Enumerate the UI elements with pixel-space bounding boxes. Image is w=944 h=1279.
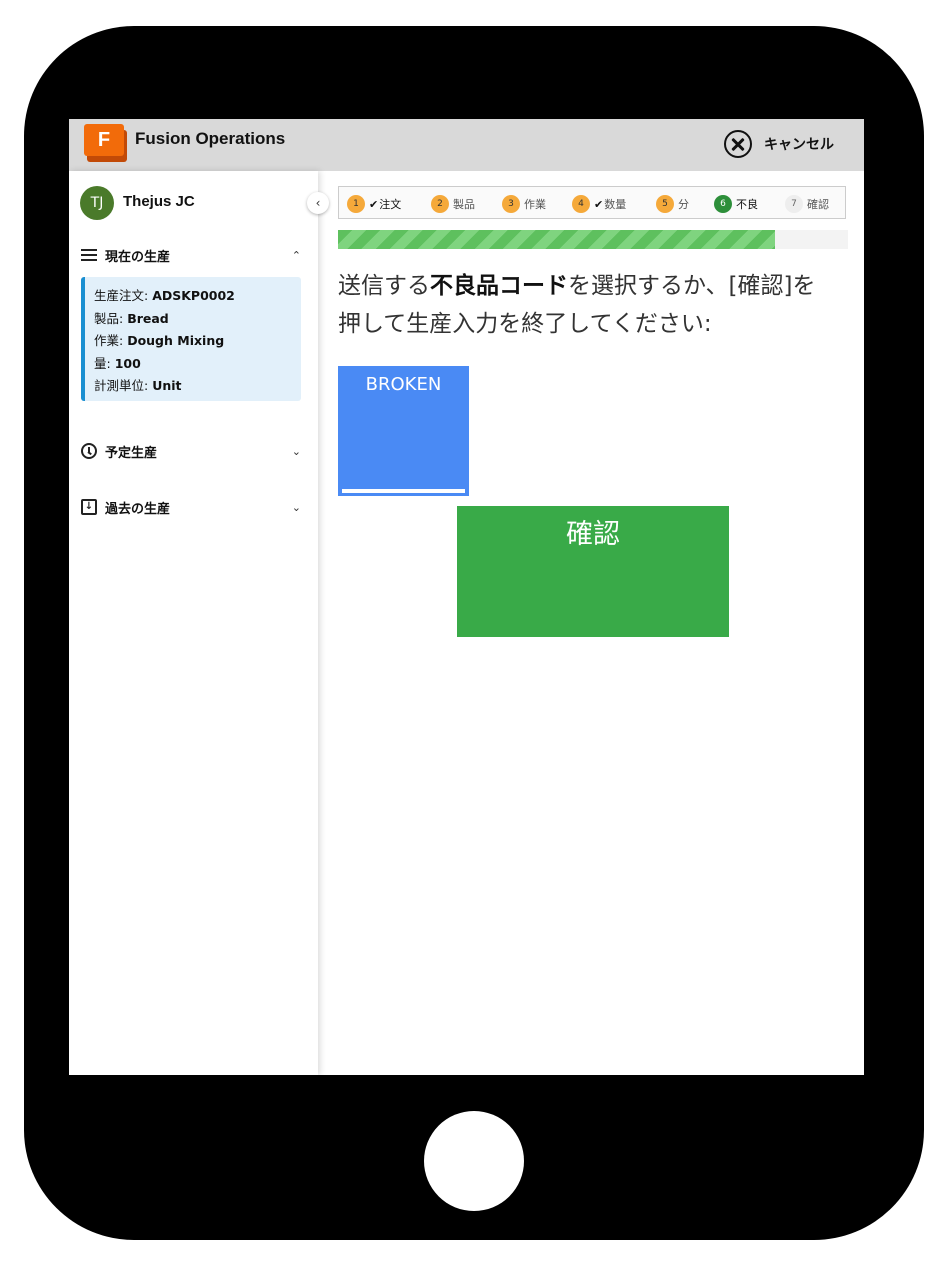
- cancel-label: キャンセル: [764, 137, 834, 153]
- chevron-down-icon: ⌄: [291, 444, 301, 458]
- step-defects[interactable]: 6 不良: [714, 195, 758, 213]
- app-title: Fusion Operations: [135, 129, 286, 148]
- chevron-up-icon: ⌃: [291, 248, 301, 262]
- scheduled-production-section[interactable]: 予定生産 ⌄: [81, 440, 301, 462]
- check-icon: ✔: [594, 197, 604, 211]
- step-confirm[interactable]: 7 確認: [785, 195, 829, 213]
- card-row-unit: 計測単位: Unit: [94, 378, 182, 394]
- app-header: F Fusion Operations キャンセル: [69, 119, 864, 171]
- avatar[interactable]: TJ: [80, 186, 114, 220]
- sidebar: TJ Thejus JC ‹ 現在の生産 ⌃ 生産注文: ADSKP0002 製…: [69, 171, 329, 1075]
- past-production-section[interactable]: ↓ 過去の生産 ⌄: [81, 496, 301, 518]
- step-quantity[interactable]: 4 ✔ 数量: [572, 195, 626, 213]
- card-row-order: 生産注文: ADSKP0002: [94, 288, 235, 303]
- archive-icon: ↓: [81, 499, 97, 515]
- menu-icon: [81, 249, 97, 261]
- progress-bar: [338, 230, 848, 249]
- app-screen: F Fusion Operations キャンセル TJ Thejus JC ‹…: [69, 119, 864, 1075]
- defect-code-tile[interactable]: BROKEN: [338, 366, 469, 496]
- step-operation[interactable]: 3 作業: [502, 195, 546, 213]
- step-order[interactable]: 1 ✔ 注文: [347, 195, 401, 213]
- clock-icon: [81, 443, 97, 459]
- home-button[interactable]: [424, 1111, 524, 1211]
- main-panel: 1 ✔ 注文 2 製品 3 作業 4 ✔ 数量 5分 6 不良 7 確認 送信する: [319, 171, 864, 1075]
- step-indicator: 1 ✔ 注文 2 製品 3 作業 4 ✔ 数量 5分 6 不良 7 確認: [338, 186, 846, 219]
- check-icon: ✔: [369, 197, 379, 211]
- section-title: 予定生産: [105, 445, 158, 461]
- card-row-quantity: 量: 100: [94, 355, 141, 371]
- section-title: 現在の生産: [105, 249, 171, 265]
- section-title: 過去の生産: [105, 501, 171, 517]
- chevron-down-icon: ⌄: [291, 500, 301, 514]
- progress-fill: [338, 230, 776, 249]
- instruction-text: 送信する不良品コードを選択するか、[確認]を押して生産入力を終了してください:: [338, 273, 816, 337]
- cancel-button[interactable]: キャンセル: [724, 129, 834, 159]
- step-product[interactable]: 2 製品: [431, 195, 475, 213]
- confirm-button[interactable]: 確認: [457, 506, 729, 637]
- user-name: Thejus JC: [123, 193, 195, 210]
- selection-bar: [342, 489, 465, 493]
- step-minutes[interactable]: 5分: [656, 195, 689, 213]
- current-production-card: 生産注文: ADSKP0002 製品: Bread 作業: Dough Mixi…: [81, 277, 301, 401]
- defect-code-label: BROKEN: [365, 374, 442, 395]
- confirm-label: 確認: [566, 519, 620, 550]
- collapse-sidebar-button[interactable]: ‹: [307, 192, 329, 214]
- card-row-operation: 作業: Dough Mixing: [94, 333, 225, 349]
- current-production-section[interactable]: 現在の生産 ⌃: [81, 244, 301, 266]
- fusion-logo: F: [84, 124, 127, 162]
- card-row-product: 製品: Bread: [94, 310, 169, 326]
- close-circle-icon: [724, 130, 752, 158]
